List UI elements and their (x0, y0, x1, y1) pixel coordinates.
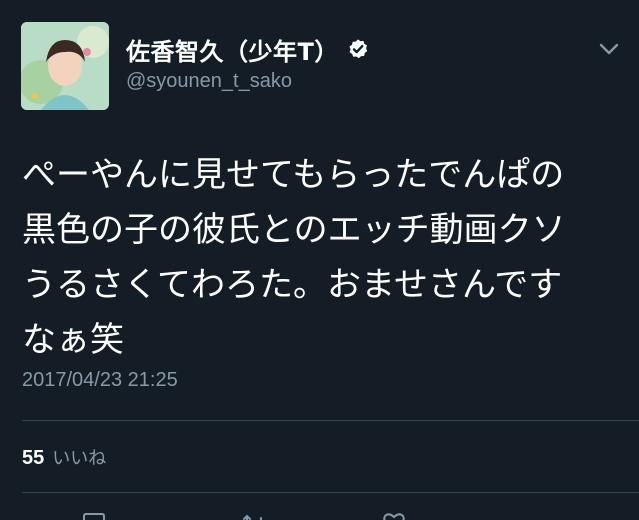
likes-stat[interactable]: 55 いいね (22, 444, 106, 470)
like-icon[interactable] (382, 512, 406, 520)
action-bar (22, 506, 622, 520)
chevron-down-icon[interactable] (598, 41, 620, 57)
avatar[interactable] (21, 22, 109, 110)
tweet-timestamp[interactable]: 2017/04/23 21:25 (22, 369, 178, 392)
tweet-text-line: なぁ笑 (22, 320, 124, 360)
avatar-image (21, 22, 109, 110)
tweet-text: ぺーやんに見せてもらったでんぱの 黒色の子の彼氏とのエッチ動画クソ うるさくてわ… (22, 148, 622, 368)
likes-label: いいね (52, 448, 107, 469)
tweet-card: 佐香智久（少年T） @syounen_t_sako ぺーやんに見せてもらったでん… (0, 0, 639, 520)
username[interactable]: @syounen_t_sako (126, 70, 292, 93)
tweet-text-line: 黒色の子の彼氏とのエッチ動画クソ (22, 210, 566, 250)
tweet-text-line: ぺーやんに見せてもらったでんぱの (22, 155, 565, 195)
likes-count: 55 (22, 447, 45, 469)
tweet-text-line: うるさくてわろた。おませさんです (22, 265, 563, 305)
verified-badge-icon (347, 38, 369, 60)
display-name[interactable]: 佐香智久（少年T） (126, 32, 339, 67)
author-row: 佐香智久（少年T） (126, 32, 369, 67)
reply-icon[interactable] (82, 512, 106, 520)
retweet-icon[interactable] (242, 512, 266, 520)
divider (22, 420, 639, 421)
divider (22, 492, 639, 493)
